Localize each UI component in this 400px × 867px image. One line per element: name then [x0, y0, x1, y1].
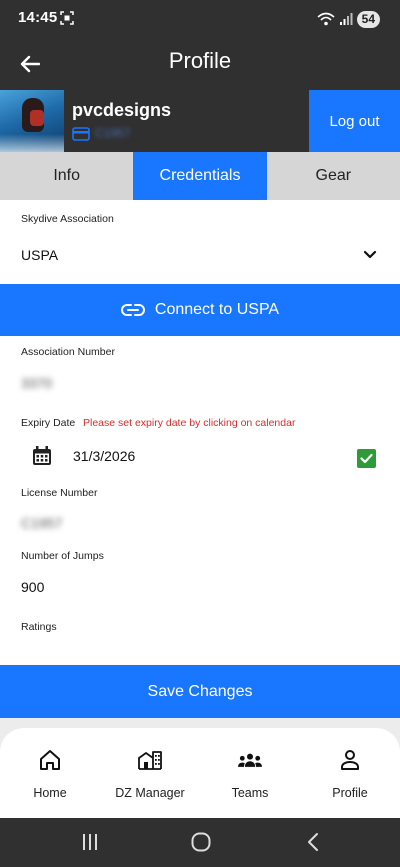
license-id-blurred: C1957 [95, 126, 131, 140]
expiry-checkbox[interactable] [357, 449, 376, 468]
association-number-label: Association Number [21, 346, 115, 358]
app-bar: Profile [0, 38, 400, 90]
license-number-input[interactable]: C1957 [21, 515, 62, 531]
status-icons: 54 [317, 10, 380, 28]
check-icon [360, 453, 373, 464]
profile-header: pvcdesigns C1957 Log out [0, 90, 400, 152]
battery-indicator: 54 [356, 10, 380, 28]
nav-item-teams[interactable]: Teams [200, 728, 300, 818]
nav-item-profile[interactable]: Profile [300, 728, 400, 818]
association-label: Skydive Association [21, 213, 114, 225]
status-time: 14:45 [18, 9, 58, 26]
expiry-date-value[interactable]: 31/3/2026 [73, 448, 135, 464]
connect-label: Connect to USPA [154, 301, 280, 318]
tab-gear[interactable]: Gear [267, 152, 400, 200]
signal-icon [339, 13, 353, 25]
back-chevron-icon[interactable] [302, 830, 326, 854]
home-icon [40, 750, 60, 770]
wifi-icon [317, 12, 335, 26]
tab-credentials[interactable]: Credentials [133, 152, 267, 200]
tab-info[interactable]: Info [0, 152, 133, 200]
team-icon [238, 753, 262, 767]
screen-record-icon [60, 11, 74, 25]
person-icon [341, 750, 359, 770]
connect-uspa-button[interactable]: Connect to USPA [0, 284, 400, 336]
jumps-label: Number of Jumps [21, 550, 104, 562]
recent-apps-icon[interactable] [78, 830, 102, 854]
nav-label-profile: Profile [332, 786, 368, 800]
status-bar: 14:45 54 [0, 0, 400, 38]
credit-card-icon [72, 127, 90, 141]
expiry-warning: Please set expiry date by clicking on ca… [83, 417, 296, 429]
chevron-down-icon[interactable] [362, 247, 378, 263]
nav-label-home: Home [33, 786, 67, 800]
building-icon [138, 751, 162, 770]
profile-tabs: Info Credentials Gear [0, 152, 400, 200]
home-circle-icon[interactable] [189, 830, 213, 854]
nav-item-dz-manager[interactable]: DZ Manager [100, 728, 200, 818]
expiry-label: Expiry Date [21, 417, 76, 429]
system-nav-bar [0, 818, 400, 867]
calendar-icon[interactable] [31, 445, 53, 467]
jumps-input[interactable]: 900 [21, 579, 44, 595]
avatar [0, 90, 64, 152]
nav-label-teams: Teams [231, 786, 269, 800]
link-icon [120, 304, 145, 316]
nav-label-dz-manager: DZ Manager [115, 786, 185, 800]
bottom-nav: Home DZ Manager Teams Profile [0, 728, 400, 818]
association-number-input[interactable]: 3370 [21, 375, 52, 391]
nav-item-home[interactable]: Home [0, 728, 100, 818]
logout-button[interactable]: Log out [309, 90, 400, 152]
page-title: Profile [168, 48, 232, 73]
save-changes-button[interactable]: Save Changes [0, 665, 400, 718]
association-select[interactable]: USPA [21, 247, 58, 263]
license-number-label: License Number [21, 487, 98, 499]
ratings-label: Ratings [21, 621, 57, 633]
username: pvcdesigns [72, 100, 172, 120]
